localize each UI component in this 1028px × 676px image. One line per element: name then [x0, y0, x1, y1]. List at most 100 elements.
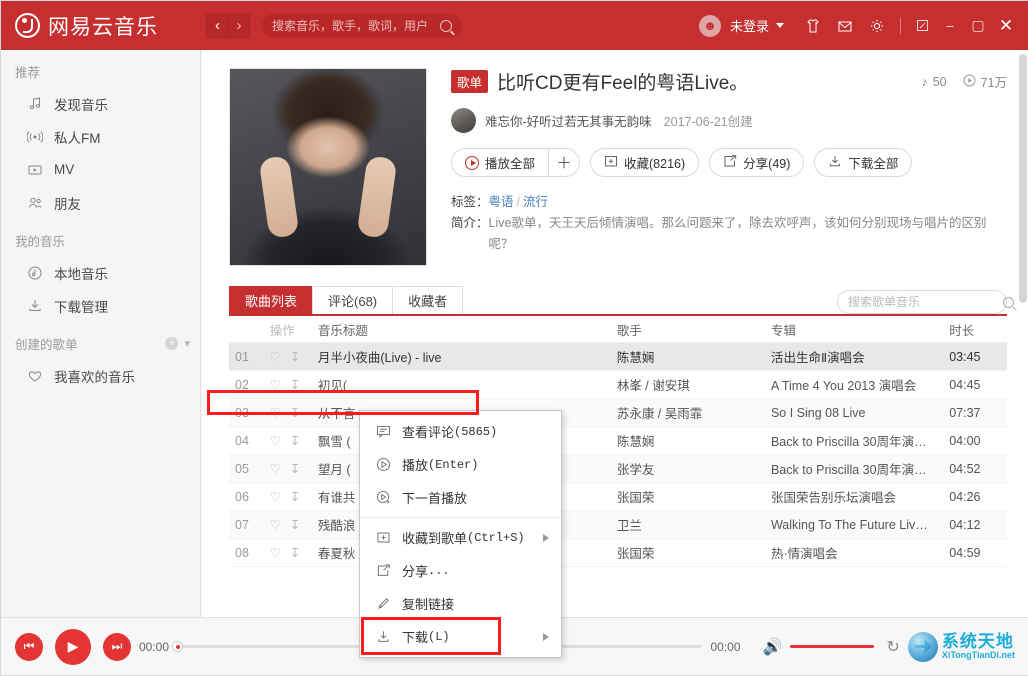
heart-icon[interactable]: ♡ — [270, 433, 281, 448]
download-icon[interactable]: ↧ — [290, 461, 300, 476]
netease-music-window: 网易云音乐 ‹ › ☻ 未登录 − — [0, 0, 1028, 676]
mail-icon[interactable] — [830, 11, 860, 41]
author-name[interactable]: 难忘你-好听过若无其事无韵味 — [485, 111, 652, 130]
row-album[interactable]: Back to Priscilla 30周年演… — [771, 459, 949, 478]
row-album[interactable]: 热·情演唱会 — [771, 543, 949, 562]
row-operations: ♡ ↧ — [270, 461, 318, 476]
menu-item-play[interactable]: 播放 (Enter) — [360, 448, 561, 481]
table-row[interactable]: 05 ♡ ↧ 望月 ( 张学友 Back to Priscilla 30周年演…… — [229, 455, 1007, 483]
play-icon[interactable]: ▶ — [55, 628, 91, 665]
download-icon[interactable]: ↧ — [290, 545, 300, 560]
sidebar-item-my-favorites[interactable]: 我喜欢的音乐 — [1, 359, 200, 392]
row-title[interactable]: 月半小夜曲(Live) - live — [318, 347, 617, 366]
row-album[interactable]: So I Sing 08 Live — [771, 406, 949, 420]
table-row[interactable]: 04 ♡ ↧ 飘雪 ( 陈慧娴 Back to Priscilla 30周年演…… — [229, 427, 1007, 455]
heart-icon[interactable]: ♡ — [270, 405, 281, 420]
nav-forward-button[interactable]: › — [228, 13, 250, 38]
row-artist[interactable]: 林峯 / 谢安琪 — [617, 375, 771, 394]
tag-link[interactable]: 粤语 — [489, 192, 514, 213]
chevron-down-icon[interactable]: ▾ — [184, 337, 190, 350]
menu-item-copy-link[interactable]: 复制链接 — [360, 587, 561, 620]
heart-icon[interactable]: ♡ — [270, 377, 281, 392]
tab-subscribers[interactable]: 收藏者 — [392, 286, 464, 314]
table-row[interactable]: 06 ♡ ↧ 有谁共 张国荣 张国荣告别乐坛演唱会 04:26 — [229, 483, 1007, 511]
row-operations: ♡ ↧ — [270, 545, 318, 560]
download-icon[interactable]: ↧ — [290, 433, 300, 448]
volume-slider[interactable] — [790, 645, 875, 648]
table-row[interactable]: 01 ♡ ↧ 月半小夜曲(Live) - live 陈慧娴 活出生命Ⅱ演唱会 0… — [229, 343, 1007, 371]
tshirt-icon[interactable] — [798, 11, 828, 41]
row-artist[interactable]: 陈慧娴 — [617, 431, 771, 450]
sidebar-item-friends[interactable]: 朋友 — [1, 186, 200, 219]
menu-item-view-comments[interactable]: 查看评论 (5865) — [360, 415, 561, 448]
scrollbar-thumb[interactable] — [1019, 54, 1027, 303]
chevron-down-icon[interactable] — [776, 23, 784, 28]
share-button[interactable]: 分享(49) — [709, 148, 805, 177]
nav-back-button[interactable]: ‹ — [206, 13, 228, 38]
menu-item-share[interactable]: 分享 ... — [360, 554, 561, 587]
volume-icon[interactable]: 🔊 — [763, 637, 783, 657]
row-album[interactable]: Walking To The Future Liv… — [771, 518, 949, 532]
author-avatar[interactable] — [451, 108, 476, 133]
avatar[interactable]: ☻ — [698, 14, 721, 37]
tag-link[interactable]: 流行 — [523, 192, 548, 213]
row-album[interactable]: A Time 4 You 2013 演唱会 — [771, 375, 949, 394]
heart-icon[interactable]: ♡ — [270, 489, 281, 504]
global-search[interactable] — [262, 13, 462, 38]
download-icon[interactable]: ↧ — [290, 405, 300, 420]
heart-icon[interactable]: ♡ — [270, 349, 281, 364]
table-row[interactable]: 07 ♡ ↧ 残酷浪 卫兰 Walking To The Future Liv…… — [229, 511, 1007, 539]
sidebar-item-download-manager[interactable]: 下载管理 — [1, 289, 200, 322]
sidebar-item-discover[interactable]: 发现音乐 — [1, 87, 200, 120]
app-logo[interactable]: 网易云音乐 — [1, 1, 201, 50]
download-icon[interactable]: ↧ — [290, 517, 300, 532]
table-row[interactable]: 02 ♡ ↧ 初见( 林峯 / 谢安琪 A Time 4 You 2013 演唱… — [229, 371, 1007, 399]
maximize-button[interactable]: ▢ — [965, 13, 991, 39]
content-tabs: 歌曲列表 评论(68) 收藏者 — [229, 284, 1014, 314]
row-artist[interactable]: 陈慧娴 — [617, 347, 771, 366]
gear-icon[interactable] — [862, 11, 892, 41]
heart-icon[interactable]: ♡ — [270, 461, 281, 476]
playlist-search-input[interactable] — [848, 295, 1003, 309]
sidebar-item-personal-fm[interactable]: 私人FM — [1, 120, 200, 153]
close-button[interactable]: ✕ — [993, 13, 1019, 39]
play-all-button[interactable]: 播放全部 — [451, 148, 549, 177]
favorite-button[interactable]: 收藏(8216) — [590, 148, 700, 177]
tab-comments[interactable]: 评论(68) — [312, 286, 394, 314]
restore-icon[interactable] — [909, 13, 935, 39]
skip-next-icon[interactable]: ⏭ — [103, 632, 131, 661]
table-row[interactable]: 08 ♡ ↧ 春夏秋 张国荣 热·情演唱会 04:59 — [229, 539, 1007, 567]
add-to-playlist-button[interactable]: ＋ — [548, 148, 581, 177]
download-icon[interactable]: ↧ — [290, 489, 300, 504]
row-artist[interactable]: 卫兰 — [617, 515, 771, 534]
search-input[interactable] — [272, 18, 440, 33]
download-icon[interactable]: ↧ — [290, 377, 300, 392]
row-title[interactable]: 初见( — [318, 375, 617, 394]
menu-item-download[interactable]: 下载 (L) — [360, 620, 561, 653]
row-artist[interactable]: 苏永康 / 吴雨霏 — [617, 403, 771, 422]
table-row[interactable]: 03 ♡ ↧ 从不言 苏永康 / 吴雨霏 So I Sing 08 Live 0… — [229, 399, 1007, 427]
row-album[interactable]: Back to Priscilla 30周年演… — [771, 431, 949, 450]
sidebar-item-local-music[interactable]: 本地音乐 — [1, 256, 200, 289]
skip-previous-icon[interactable]: ⏮ — [15, 632, 43, 661]
download-all-button[interactable]: 下载全部 — [814, 148, 913, 177]
download-icon[interactable]: ↧ — [290, 349, 300, 364]
row-album[interactable]: 张国荣告别乐坛演唱会 — [771, 487, 949, 506]
heart-icon[interactable]: ♡ — [270, 545, 281, 560]
minimize-button[interactable]: − — [937, 13, 963, 39]
login-label[interactable]: 未登录 — [730, 16, 769, 35]
content-scrollbar[interactable] — [1019, 54, 1027, 303]
loop-icon[interactable]: ↻ — [886, 637, 899, 657]
add-playlist-icon[interactable]: + — [165, 337, 179, 350]
row-album[interactable]: 活出生命Ⅱ演唱会 — [771, 347, 949, 366]
menu-item-add-to-playlist[interactable]: 收藏到歌单 (Ctrl+S) — [360, 521, 561, 554]
menu-item-play-next[interactable]: 下一首播放 — [360, 481, 561, 514]
row-artist[interactable]: 张学友 — [617, 459, 771, 478]
sidebar-item-mv[interactable]: MV — [1, 153, 200, 186]
tab-song-list[interactable]: 歌曲列表 — [229, 286, 314, 314]
progress-knob[interactable] — [172, 641, 184, 652]
heart-icon[interactable]: ♡ — [270, 517, 281, 532]
row-artist[interactable]: 张国荣 — [617, 543, 771, 562]
playlist-search[interactable] — [837, 290, 1014, 314]
row-artist[interactable]: 张国荣 — [617, 487, 771, 506]
